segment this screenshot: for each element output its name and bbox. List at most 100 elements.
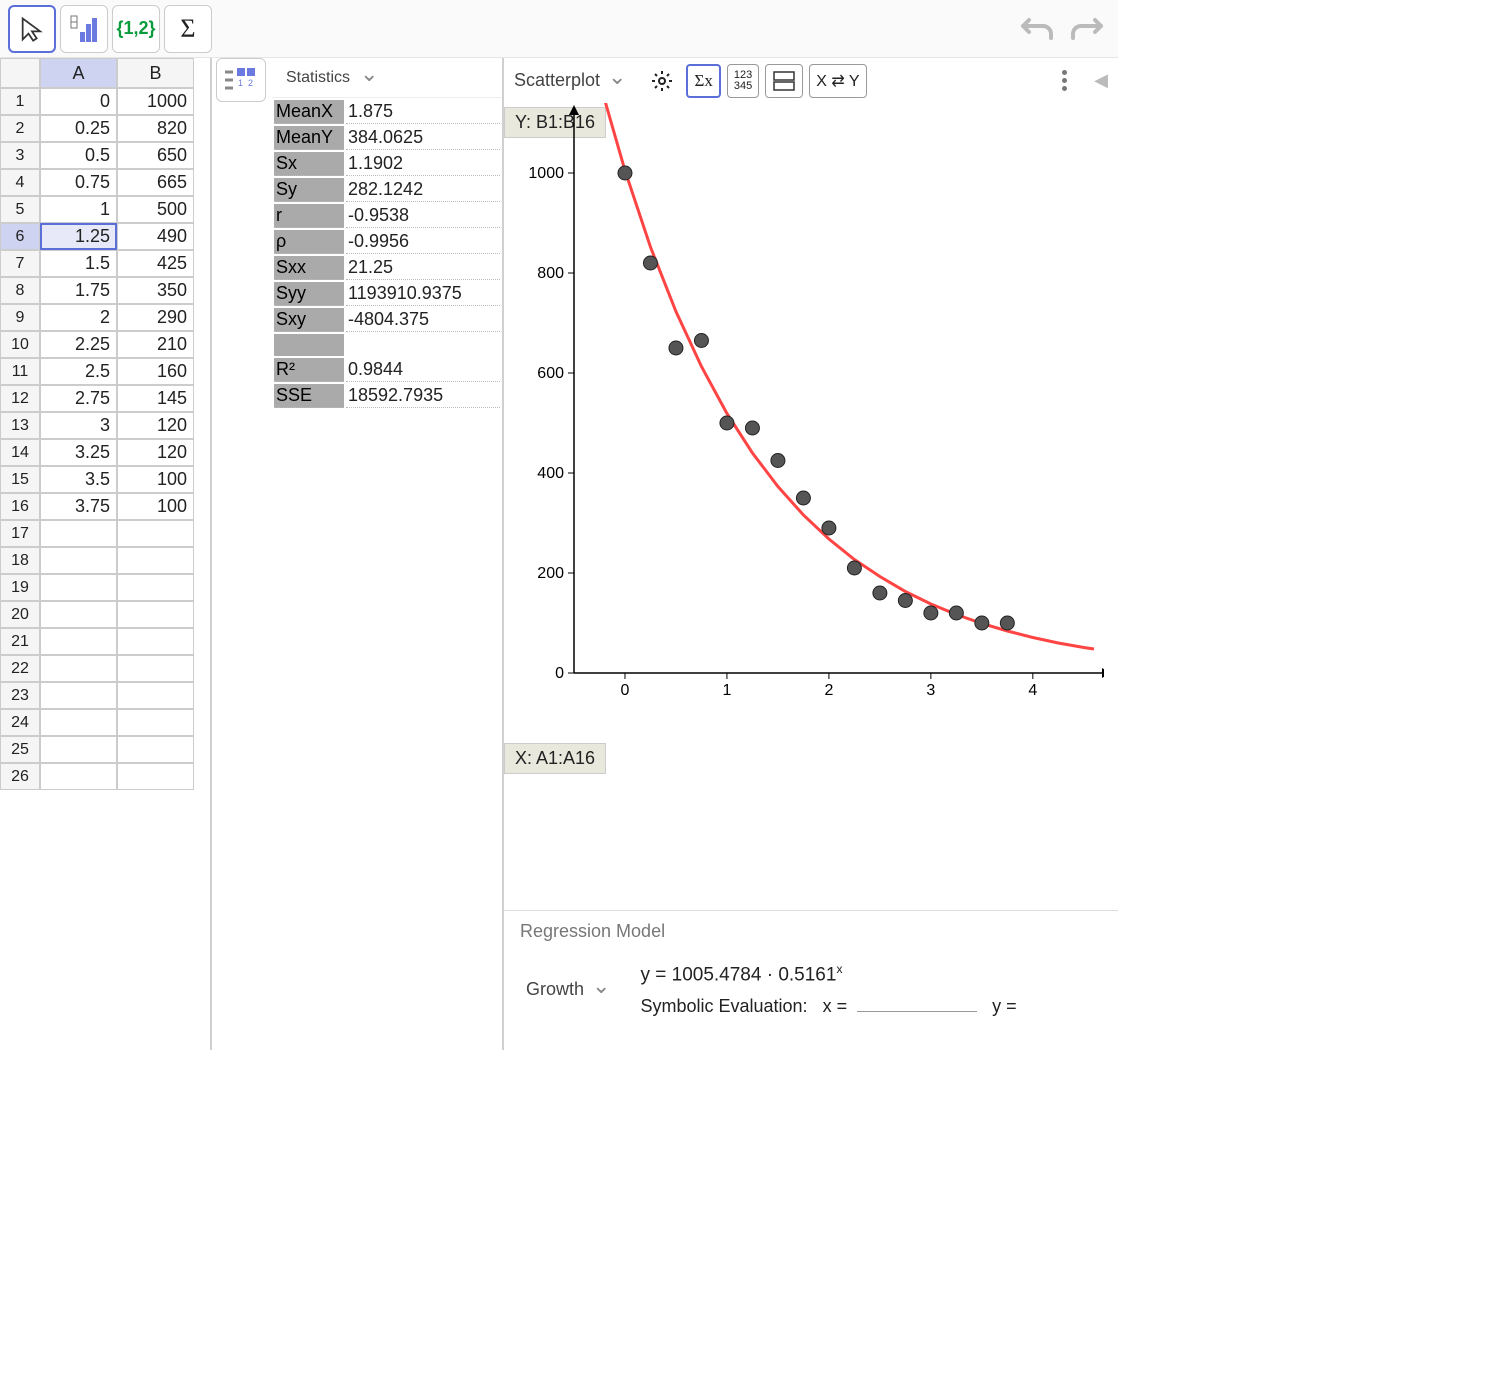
cell[interactable]: 0.25	[40, 115, 117, 142]
cell[interactable]	[40, 574, 117, 601]
column-header-a[interactable]: A	[40, 58, 117, 88]
row-number[interactable]: 22	[0, 655, 40, 682]
cell[interactable]: 820	[117, 115, 194, 142]
settings-icon[interactable]	[644, 64, 680, 98]
regression-model-dropdown[interactable]: Growth	[526, 977, 610, 1003]
cell[interactable]: 0.5	[40, 142, 117, 169]
cell[interactable]	[40, 547, 117, 574]
column-header-b[interactable]: B	[117, 58, 194, 88]
scatterplot[interactable]: 0123402004006008001000	[504, 103, 1104, 723]
cell[interactable]	[117, 601, 194, 628]
cell[interactable]: 145	[117, 385, 194, 412]
cell[interactable]: 490	[117, 223, 194, 250]
row-number[interactable]: 9	[0, 304, 40, 331]
redo-button[interactable]	[1064, 9, 1110, 49]
cell[interactable]	[117, 736, 194, 763]
row-number[interactable]: 8	[0, 277, 40, 304]
cell[interactable]: 2.25	[40, 331, 117, 358]
row-number[interactable]: 1	[0, 88, 40, 115]
cell[interactable]: 665	[117, 169, 194, 196]
cell[interactable]: 1000	[117, 88, 194, 115]
cell[interactable]	[117, 628, 194, 655]
cell[interactable]	[117, 520, 194, 547]
tool-arrow[interactable]	[8, 5, 56, 53]
cell[interactable]: 3.5	[40, 466, 117, 493]
row-number[interactable]: 13	[0, 412, 40, 439]
cell[interactable]	[40, 736, 117, 763]
cell[interactable]: 210	[117, 331, 194, 358]
cell[interactable]: 1	[40, 196, 117, 223]
row-number[interactable]: 19	[0, 574, 40, 601]
row-number[interactable]: 7	[0, 250, 40, 277]
collapse-arrow-icon[interactable]: ◀	[1094, 70, 1108, 91]
cell[interactable]: 120	[117, 412, 194, 439]
stats-dropdown-icon[interactable]	[360, 65, 378, 91]
row-number[interactable]: 10	[0, 331, 40, 358]
row-number[interactable]: 15	[0, 466, 40, 493]
cell[interactable]	[40, 655, 117, 682]
cell[interactable]: 2.75	[40, 385, 117, 412]
swap-xy-button[interactable]: X ⇄ Y	[809, 64, 866, 98]
cell[interactable]: 500	[117, 196, 194, 223]
cell[interactable]: 2	[40, 304, 117, 331]
cell[interactable]	[117, 547, 194, 574]
undo-button[interactable]	[1014, 9, 1060, 49]
cell[interactable]: 120	[117, 439, 194, 466]
row-number[interactable]: 17	[0, 520, 40, 547]
row-number[interactable]: 26	[0, 763, 40, 790]
cell[interactable]	[117, 763, 194, 790]
cell[interactable]	[117, 574, 194, 601]
cell[interactable]	[40, 763, 117, 790]
x-input-blank[interactable]	[857, 1011, 977, 1012]
cell[interactable]: 425	[117, 250, 194, 277]
numbers-button[interactable]: 123345	[727, 64, 759, 98]
cell[interactable]	[117, 682, 194, 709]
cell[interactable]: 350	[117, 277, 194, 304]
cell[interactable]: 1.75	[40, 277, 117, 304]
cell[interactable]: 1.25	[40, 223, 117, 250]
layout-button[interactable]	[765, 64, 803, 98]
header-style-icon[interactable]: 12	[216, 58, 266, 102]
row-number[interactable]: 16	[0, 493, 40, 520]
cell[interactable]: 290	[117, 304, 194, 331]
cell[interactable]: 650	[117, 142, 194, 169]
cell[interactable]	[40, 520, 117, 547]
tool-listbraces[interactable]: {1,2}	[112, 5, 160, 53]
cell[interactable]: 100	[117, 466, 194, 493]
cell[interactable]: 0.75	[40, 169, 117, 196]
tool-barchart[interactable]	[60, 5, 108, 53]
row-number[interactable]: 12	[0, 385, 40, 412]
row-number[interactable]: 18	[0, 547, 40, 574]
cell[interactable]	[117, 709, 194, 736]
cell[interactable]: 160	[117, 358, 194, 385]
tool-sigma[interactable]: Σ	[164, 5, 212, 53]
row-number[interactable]: 6	[0, 223, 40, 250]
cell[interactable]: 3.25	[40, 439, 117, 466]
cell[interactable]	[117, 655, 194, 682]
row-number[interactable]: 21	[0, 628, 40, 655]
cell[interactable]: 3.75	[40, 493, 117, 520]
row-number[interactable]: 2	[0, 115, 40, 142]
cell[interactable]: 0	[40, 88, 117, 115]
cell[interactable]: 100	[117, 493, 194, 520]
row-number[interactable]: 4	[0, 169, 40, 196]
row-number[interactable]: 24	[0, 709, 40, 736]
row-number[interactable]: 11	[0, 358, 40, 385]
cell[interactable]: 2.5	[40, 358, 117, 385]
row-number[interactable]: 25	[0, 736, 40, 763]
sigma-x-button[interactable]: Σx	[686, 64, 720, 98]
row-number[interactable]: 5	[0, 196, 40, 223]
cell[interactable]: 1.5	[40, 250, 117, 277]
kebab-menu[interactable]	[1052, 70, 1076, 91]
x-range-box[interactable]: X: A1:A16	[504, 743, 606, 774]
row-number[interactable]: 3	[0, 142, 40, 169]
cell[interactable]	[40, 682, 117, 709]
cell[interactable]	[40, 601, 117, 628]
cell[interactable]	[40, 628, 117, 655]
sheet-corner[interactable]	[0, 58, 40, 88]
row-number[interactable]: 23	[0, 682, 40, 709]
row-number[interactable]: 20	[0, 601, 40, 628]
plot-type-dropdown[interactable]: Scatterplot	[514, 68, 626, 94]
cell[interactable]: 3	[40, 412, 117, 439]
cell[interactable]	[40, 709, 117, 736]
